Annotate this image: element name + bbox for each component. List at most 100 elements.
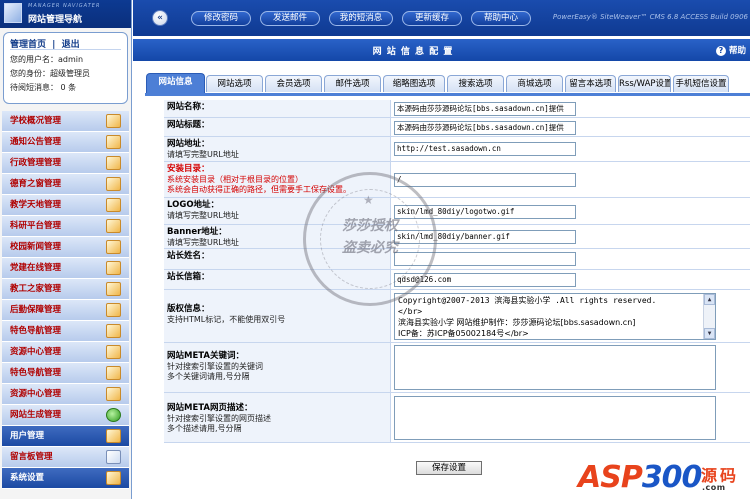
edit-icon — [106, 261, 121, 275]
sidebar-menu-item[interactable]: 教学天地管理 — [2, 195, 129, 216]
scroll-down-icon[interactable]: ▼ — [704, 328, 715, 339]
tab-member-options[interactable]: 会员选项 — [265, 75, 322, 92]
sidebar-menu-label: 网站生成管理 — [10, 410, 62, 420]
sidebar-menu-item[interactable]: 网站生成管理 — [2, 405, 129, 426]
sidebar-menu-item[interactable]: 留言板管理 — [2, 447, 129, 468]
edit-icon — [106, 345, 121, 359]
site-url-input[interactable]: http://test.sasadown.cn — [394, 142, 576, 156]
sidebar-menu-label: 行政管理管理 — [10, 158, 62, 168]
asp-number: 300 — [641, 460, 703, 495]
globe-icon — [106, 408, 121, 422]
edit-icon — [106, 240, 121, 254]
edit-icon — [106, 156, 121, 170]
sidebar-menu-item[interactable]: 资源中心管理 — [2, 384, 129, 405]
asp-text: ASP — [578, 460, 643, 495]
meta-keywords-textarea[interactable] — [394, 345, 716, 390]
sidebar-menu-label: 教工之家管理 — [10, 284, 62, 294]
tab-guestbook-options[interactable]: 留言本选项 — [565, 75, 616, 92]
sidebar-menu-item[interactable]: 系统设置 — [2, 468, 129, 489]
my-messages-button[interactable]: 我的短消息 — [329, 11, 393, 26]
home-link[interactable]: 管理首页 — [10, 40, 46, 50]
messages-info[interactable]: 待阅短消息： 0 条 — [10, 81, 121, 95]
help-center-button[interactable]: 帮助中心 — [471, 11, 531, 26]
field-cell: / — [390, 162, 750, 197]
form-row-site-name: 网站名称： 本源码由莎莎源码论坛[bbs.sasadown.cn]提供 — [164, 100, 750, 118]
tab-email-options[interactable]: 邮件选项 — [324, 75, 381, 92]
top-toolbar: « 修改密码 发送邮件 我的短消息 更新缓存 帮助中心 PowerEasy® S… — [133, 0, 750, 36]
copyright-line: 滨海县实验小学 网站维护制作：莎莎源码论坛[bbs.sasadown.cn] — [398, 318, 636, 327]
tab-thumbnail-options[interactable]: 缩略图选项 — [383, 75, 445, 92]
sidebar-menu-item[interactable]: 党建在线管理 — [2, 258, 129, 279]
logout-link[interactable]: 退出 — [62, 40, 80, 50]
copyright-desc: 支持HTML标记，不能使用双引号 — [167, 315, 286, 324]
field-cell — [390, 343, 750, 392]
page-title: 网 站 信 息 配 置 — [372, 47, 454, 57]
form-row-logo-url: LOGO地址： 请填写完整URL地址 skin/lmd_80diy/logotw… — [164, 198, 750, 225]
collapse-sidebar-button[interactable]: « — [152, 10, 168, 26]
sidebar-menu-item[interactable]: 德育之窗管理 — [2, 174, 129, 195]
label-cell: 网站META网页描述： 针对搜索引擎设置的网页描述 多个描述请用,号分隔 — [164, 393, 390, 442]
settings-form: 网站名称： 本源码由莎莎源码论坛[bbs.sasadown.cn]提供 网站标题… — [164, 96, 750, 456]
help-icon: ? — [715, 46, 726, 56]
help-label: 帮助 — [728, 46, 746, 56]
meta-keywords-label: 网站META关键词： — [167, 351, 244, 361]
form-row-site-url: 网站地址： 请填写完整URL地址 http://test.sasadown.cn — [164, 137, 750, 162]
label-cell: 网站标题： — [164, 118, 390, 136]
form-row-banner-url: Banner地址： 请填写完整URL地址 skin/lmd_80diy/bann… — [164, 225, 750, 249]
sidebar-menu-item[interactable]: 行政管理管理 — [2, 153, 129, 174]
sidebar-menu-label: 德育之窗管理 — [10, 179, 62, 189]
site-title-input[interactable]: 本源码由莎莎源码论坛[bbs.sasadown.cn]提供 — [394, 121, 576, 135]
field-cell: 本源码由莎莎源码论坛[bbs.sasadown.cn]提供 — [390, 100, 750, 117]
sidebar-menu-label: 科研平台管理 — [10, 221, 62, 231]
tab-site-info[interactable]: 网站信息 — [146, 73, 205, 94]
tab-rss-wap-settings[interactable]: Rss/WAP设置 — [618, 75, 671, 92]
sidebar-menu-item[interactable]: 特色导航管理 — [2, 363, 129, 384]
sidebar-menu-item[interactable]: 校园新闻管理 — [2, 237, 129, 258]
edit-icon — [106, 324, 121, 338]
meta-keywords-desc: 针对搜索引擎设置的关键词 — [167, 362, 263, 371]
sidebar-menu-item[interactable]: 后勤保障管理 — [2, 300, 129, 321]
edit-icon — [106, 429, 121, 443]
save-settings-button[interactable]: 保存设置 — [416, 461, 482, 475]
copyright-label: 版权信息： — [167, 304, 210, 314]
sidebar-menu-item[interactable]: 特色导航管理 — [2, 321, 129, 342]
meta-keywords-desc: 多个关键词请用,号分隔 — [167, 372, 250, 381]
site-name-input[interactable]: 本源码由莎莎源码论坛[bbs.sasadown.cn]提供 — [394, 102, 576, 116]
tab-shop-options[interactable]: 商城选项 — [506, 75, 563, 92]
field-cell: 本源码由莎莎源码论坛[bbs.sasadown.cn]提供 — [390, 118, 750, 136]
sidebar-menu-item[interactable]: 学校概况管理 — [2, 111, 129, 132]
tab-sms-settings[interactable]: 手机短信设置 — [673, 75, 729, 92]
form-row-copyright: 版权信息： 支持HTML标记，不能使用双引号 Copyright@2007-20… — [164, 290, 750, 343]
sidebar-menu-label: 留言板管理 — [10, 452, 53, 462]
sidebar-menu-item[interactable]: 教工之家管理 — [2, 279, 129, 300]
sidebar-menu-label: 学校概况管理 — [10, 116, 62, 126]
help-link[interactable]: ? 帮助 — [715, 44, 746, 56]
authorization-stamp: ★ 莎莎授权 盗卖必究 — [303, 172, 437, 306]
meta-description-textarea[interactable] — [394, 396, 716, 440]
edit-icon — [106, 366, 121, 380]
copyright-line: </br> — [398, 307, 423, 316]
asp300-logo: ASP300 源 码 .com — [568, 456, 750, 499]
username-info: 您的用户名：admin — [10, 55, 84, 64]
form-row-install-dir: 安装目录： 系统安装目录（相对于根目录的位置） 系统会自动获得正确的路径，但需要… — [164, 162, 750, 198]
sidebar-menu-label: 教学天地管理 — [10, 200, 62, 210]
tab-search-options[interactable]: 搜索选项 — [447, 75, 504, 92]
form-row-meta-keywords: 网站META关键词： 针对搜索引擎设置的关键词 多个关键词请用,号分隔 — [164, 343, 750, 393]
update-cache-button[interactable]: 更新缓存 — [402, 11, 462, 26]
edit-icon — [106, 282, 121, 296]
sidebar-menu-item[interactable]: 用户管理 — [2, 426, 129, 447]
sidebar-menu-item[interactable]: 科研平台管理 — [2, 216, 129, 237]
site-url-label: 网站地址： — [167, 139, 210, 149]
sidebar-menu-item[interactable]: 通知公告管理 — [2, 132, 129, 153]
sidebar-menu-item[interactable]: 资源中心管理 — [2, 342, 129, 363]
copyright-textarea[interactable]: Copyright@2007-2013 滨海县实验小学 .All rights … — [394, 293, 716, 340]
send-email-button[interactable]: 发送邮件 — [260, 11, 320, 26]
change-password-button[interactable]: 修改密码 — [191, 11, 251, 26]
scroll-up-icon[interactable]: ▲ — [704, 294, 715, 305]
install-dir-input[interactable]: / — [394, 173, 576, 187]
logo-subtitle: MANAGER NAVIGATER — [28, 3, 101, 9]
role-info: 您的身份：超级管理员 — [10, 69, 90, 78]
tab-site-options[interactable]: 网站选项 — [206, 75, 263, 92]
sidebar-menu: 学校概况管理通知公告管理行政管理管理 德育之窗管理 教学天地管理 科研平台管理校园新闻… — [0, 111, 131, 489]
copyright-scrollbar[interactable]: ▲ ▼ — [703, 294, 715, 339]
